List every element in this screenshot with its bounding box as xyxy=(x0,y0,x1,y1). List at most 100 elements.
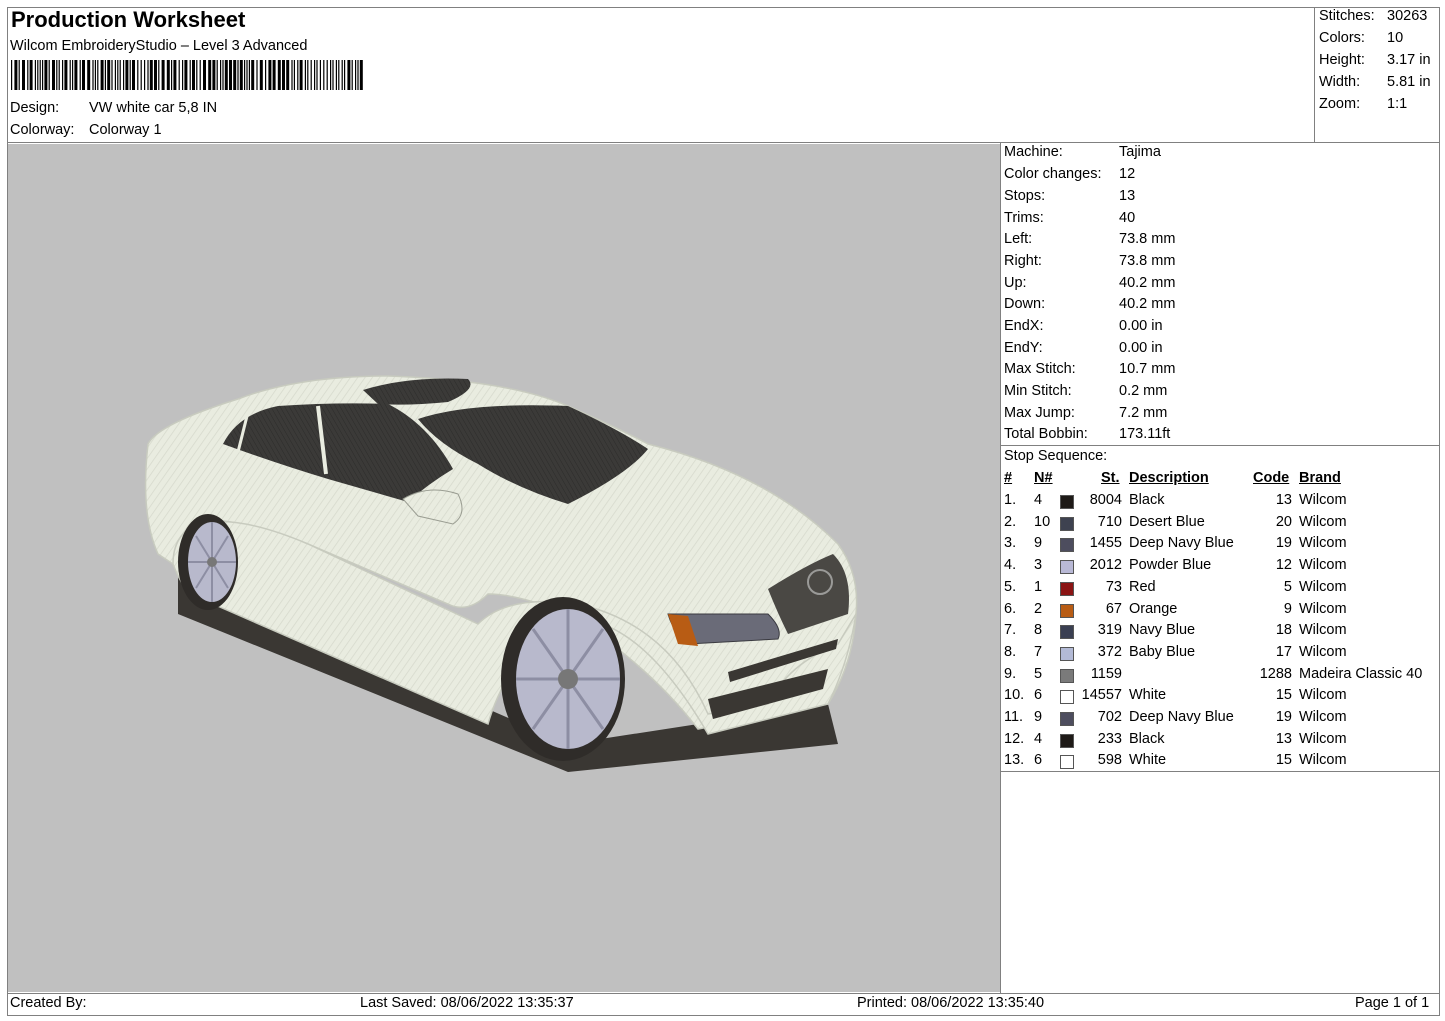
barcode-bar xyxy=(69,60,71,90)
info-right: Right: 73.8 mm xyxy=(1004,253,1176,269)
color-swatch xyxy=(1060,603,1074,618)
row-needle: 9 xyxy=(1034,535,1043,552)
barcode-bar xyxy=(14,60,18,90)
barcode-bar xyxy=(222,60,224,90)
table-row: 1. 4 8004 Black 13 Wilcom xyxy=(1004,492,1440,514)
info-left: Left: 73.8 mm xyxy=(1004,231,1176,247)
barcode-bar xyxy=(94,60,96,90)
row-brand: Madeira Classic 40 xyxy=(1299,665,1423,682)
barcode-bar xyxy=(184,60,188,90)
summary-divider xyxy=(1314,7,1315,142)
footer-divider xyxy=(7,993,1439,994)
row-index: 13. xyxy=(1004,752,1025,769)
color-swatch xyxy=(1060,712,1074,726)
barcode-bar xyxy=(97,60,99,90)
row-index: 6. xyxy=(1004,600,1017,617)
barcode-bar xyxy=(189,60,191,90)
color-swatch xyxy=(1060,538,1074,553)
design-preview[interactable] xyxy=(8,144,1000,992)
barcode-bar xyxy=(291,60,293,90)
row-brand: Wilcom xyxy=(1299,643,1347,660)
row-code: 15 xyxy=(1275,687,1292,704)
barcode-bar xyxy=(149,60,153,90)
row-brand: Wilcom xyxy=(1299,513,1347,530)
barcode-bar xyxy=(144,60,146,90)
barcode-bar xyxy=(208,60,212,90)
row-code: 19 xyxy=(1275,709,1292,725)
col-header-description: Description xyxy=(1129,470,1209,486)
row-stitches: 702 xyxy=(1097,709,1122,725)
barcode-bar xyxy=(335,60,337,90)
row-brand: Wilcom xyxy=(1299,687,1347,704)
barcode-bar xyxy=(259,60,263,90)
table-row: 12. 4 233 Black 13 Wilcom xyxy=(1004,731,1440,753)
barcode-bar xyxy=(74,60,78,90)
barcode-bar xyxy=(173,60,177,90)
barcode-bar xyxy=(297,60,299,90)
color-swatch xyxy=(1060,755,1074,770)
barcode-bar xyxy=(161,60,165,90)
row-brand: Wilcom xyxy=(1299,535,1347,552)
barcode-bar xyxy=(62,60,64,90)
barcode-bar xyxy=(332,60,334,90)
barcode-bar xyxy=(314,60,316,90)
barcode-bar xyxy=(199,60,201,90)
barcode-bar xyxy=(326,60,328,90)
row-index: 5. xyxy=(1004,578,1017,595)
barcode-bar xyxy=(248,60,250,90)
barcode-bar xyxy=(34,60,36,90)
barcode-bar xyxy=(307,60,309,90)
page-number: Page 1 of 1 xyxy=(1355,995,1430,1011)
barcode-bar xyxy=(129,60,131,90)
barcode-bar xyxy=(299,60,303,90)
row-index: 11. xyxy=(1004,709,1024,725)
color-swatch xyxy=(1060,668,1074,683)
table-row: 2. 10 710 Desert Blue 20 Wilcom xyxy=(1004,514,1440,536)
barcode-bar xyxy=(319,60,321,90)
row-code: 17 xyxy=(1275,643,1292,660)
info-trims: Trims: 40 xyxy=(1004,210,1136,226)
table-row: 4. 3 2012 Powder Blue 12 Wilcom xyxy=(1004,557,1440,579)
barcode-bar xyxy=(44,60,48,90)
barcode-bar xyxy=(42,60,44,90)
row-stitches: 598 xyxy=(1097,752,1122,769)
stat-colors: Colors: 10 xyxy=(1319,30,1404,46)
row-stitches: 1159 xyxy=(1090,665,1122,682)
barcode-bar xyxy=(330,60,332,90)
info-up: Up: 40.2 mm xyxy=(1004,275,1176,291)
row-code: 13 xyxy=(1275,730,1292,747)
row-needle: 7 xyxy=(1034,643,1043,660)
table-row: 7. 8 319 Navy Blue 18 Wilcom xyxy=(1004,622,1440,644)
row-stitches: 14557 xyxy=(1081,687,1122,704)
table-row: 5. 1 73 Red 5 Wilcom xyxy=(1004,579,1440,601)
row-index: 7. xyxy=(1004,622,1017,639)
stop-sequence-title: Stop Sequence: xyxy=(1004,448,1108,464)
table-row: 13. 6 598 White 15 Wilcom xyxy=(1004,752,1440,774)
design-label: Design: xyxy=(10,100,60,116)
barcode-bar xyxy=(216,60,218,90)
panel-divider xyxy=(1000,142,1001,993)
info-max-stitch: Max Stitch: 10.7 mm xyxy=(1004,361,1176,377)
table-row: 9. 5 1159 1288 Madeira Classic 40 xyxy=(1004,666,1440,688)
row-description: Deep Navy Blue xyxy=(1129,709,1234,725)
table-row: 11. 9 702 Deep Navy Blue 19 Wilcom xyxy=(1004,709,1440,731)
barcode-bar xyxy=(48,60,50,90)
color-swatch xyxy=(1060,516,1074,531)
row-description: Powder Blue xyxy=(1129,557,1212,574)
barcode-bar xyxy=(265,60,267,90)
color-swatch xyxy=(1060,625,1074,640)
table-row: 10. 6 14557 White 15 Wilcom xyxy=(1004,687,1440,709)
barcode-bar xyxy=(251,60,255,90)
row-code: 12 xyxy=(1275,557,1292,574)
printed-date: Printed: 08/06/2022 13:35:40 xyxy=(857,995,1045,1011)
row-brand: Wilcom xyxy=(1299,600,1347,617)
barcode-bar xyxy=(182,60,184,90)
row-brand: Wilcom xyxy=(1299,709,1347,725)
row-needle: 8 xyxy=(1034,622,1043,639)
barcode-bar xyxy=(359,60,363,90)
barcode-bar xyxy=(293,60,295,90)
created-by: Created By: xyxy=(10,995,87,1011)
barcode-bar xyxy=(11,60,13,90)
row-code: 18 xyxy=(1275,622,1292,639)
row-code: 13 xyxy=(1275,492,1292,508)
